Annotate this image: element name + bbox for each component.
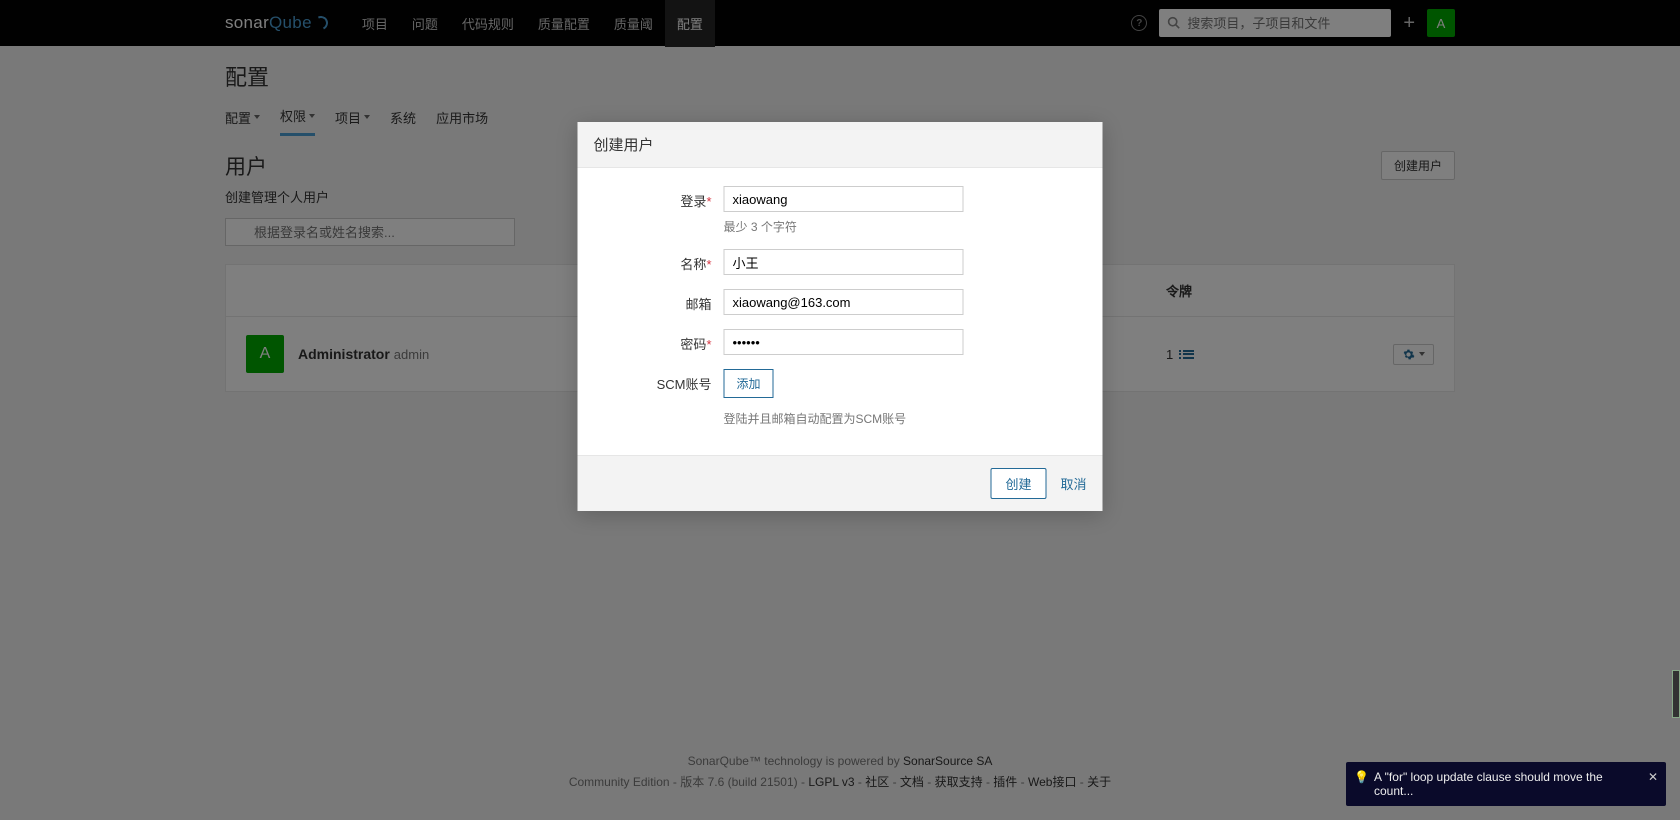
login-hint: 最少 3 个字符 [724, 218, 1087, 235]
password-input[interactable] [724, 329, 964, 355]
toast-close-icon[interactable]: ✕ [1648, 770, 1658, 784]
scm-add-button[interactable]: 添加 [724, 369, 774, 398]
create-user-modal: 创建用户 登录* 最少 3 个字符 名称* 邮箱 密码* SCM账号 添加 登陆… [578, 122, 1103, 511]
name-label: 名称* [594, 249, 724, 273]
login-input[interactable] [724, 186, 964, 212]
email-input[interactable] [724, 289, 964, 315]
modal-cancel-link[interactable]: 取消 [1060, 474, 1086, 493]
modal-title: 创建用户 [578, 122, 1103, 168]
email-label: 邮箱 [594, 289, 724, 313]
password-label: 密码* [594, 329, 724, 353]
side-handle[interactable] [1672, 670, 1680, 718]
modal-submit-button[interactable]: 创建 [990, 468, 1046, 499]
name-input[interactable] [724, 249, 964, 275]
scm-hint: 登陆并且邮箱自动配置为SCM账号 [724, 410, 1087, 427]
login-label: 登录* [594, 186, 724, 210]
bulb-icon: 💡 [1354, 770, 1369, 784]
hint-toast: 💡 A "for" loop update clause should move… [1346, 762, 1666, 806]
toast-text: A "for" loop update clause should move t… [1374, 770, 1636, 798]
scm-label: SCM账号 [594, 369, 724, 393]
